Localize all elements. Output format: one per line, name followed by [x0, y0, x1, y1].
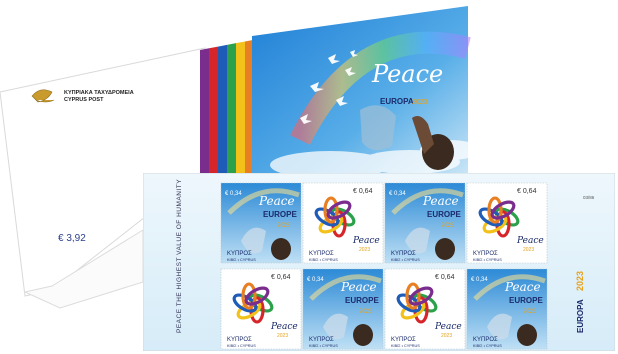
stamp-country: ΚΥΠΡΟΣ [309, 337, 334, 343]
stamp-title: Peace [270, 322, 298, 332]
stamp-value: € 0,34 [225, 191, 242, 197]
stamp-title: Peace [504, 280, 541, 294]
logo-line-2: CYPRUS POST [64, 97, 104, 103]
logo-line-1: ΚΥΠΡΙΑΚΑ ΤΑΧΥΔΡΟΜΕΙΑ [64, 90, 134, 96]
stamp-year: 2023 [523, 247, 534, 253]
stamp-value: € 0,34 [389, 191, 406, 197]
stamp-subtitle: EUROPE [509, 296, 543, 305]
stamp-year: 2023 [441, 223, 455, 229]
stamp-country-sub: ΚΙΒΙΣ • CYPRUS [391, 344, 420, 348]
cover-europa-word: EUROPA [380, 97, 414, 106]
stamp-year: 2023 [359, 247, 370, 253]
stamp-peace: Peace EUROPE 2023 € 0,34 ΚΥΠΡΟΣΚΙΒΙΣ • CYPRU… [302, 268, 384, 350]
child-head [517, 324, 537, 346]
stamp-country: ΚΥΠΡΟΣ [227, 337, 252, 343]
stamp-country: ΚΥΠΡΟΣ [391, 337, 416, 343]
stamp-year: 2023 [359, 309, 373, 315]
cover-price: € 3,92 [58, 233, 86, 244]
stamp-country: ΚΥΠΡΟΣ [309, 251, 334, 257]
stamp-knot: € 0,64 Peace2023 ΚΥΠΡΟΣΚΙΒΙΣ • CYPRUS [302, 182, 384, 264]
stamp-country-sub: ΚΙΒΙΣ • CYPRUS [227, 344, 256, 348]
stamp-country-sub: ΚΙΒΙΣ • CYPRUS [473, 344, 502, 348]
stamp-country: ΚΥΠΡΟΣ [473, 251, 498, 257]
stamp-subtitle: EUROPE [345, 296, 379, 305]
color-stripe [200, 48, 209, 178]
stamp-value: € 0,34 [471, 277, 488, 283]
stamp-subtitle: EUROPE [263, 210, 297, 219]
sheet-serial: 03/86 [583, 195, 595, 200]
stamp-title: Peace [340, 280, 377, 294]
stamp-knot: € 0,64 Peace2023 ΚΥΠΡΟΣΚΙΒΙΣ • CYPRUS [384, 268, 466, 350]
sheet-side-slogan: PEACE THE HIGHEST VALUE OF HUMANITY [176, 179, 183, 333]
color-stripe [227, 43, 236, 178]
stamp-year: 2023 [277, 223, 291, 229]
stamp-value: € 0,64 [435, 274, 455, 281]
stamp-knot: € 0,64 Peace2023 ΚΥΠΡΟΣΚΙΒΙΣ • CYPRUS [220, 268, 302, 350]
color-stripe [236, 41, 245, 179]
stamp-knot: € 0,64 Peace2023 ΚΥΠΡΟΣΚΙΒΙΣ • CYPRUS [466, 182, 548, 264]
stamp-country-sub: ΚΙΒΙΣ • CYPRUS [391, 258, 420, 262]
stamp-title: Peace [516, 236, 544, 246]
child-head [435, 238, 455, 260]
stamp-title: Peace [258, 194, 295, 208]
sheet-right-europa: EUROPA [576, 299, 585, 333]
stamp-subtitle: EUROPE [427, 210, 461, 219]
stamp-year: 2023 [277, 333, 288, 339]
stamp-peace: Peace EUROPE 2023 € 0,34 ΚΥΠΡΟΣΚΙΒΙΣ • CYPRU… [466, 268, 548, 350]
stamp-country-sub: ΚΙΒΙΣ • CYPRUS [309, 258, 338, 262]
cover-europa-year: 2023 [412, 99, 428, 106]
color-stripe [218, 44, 227, 178]
color-stripes [200, 39, 254, 179]
stamp-value: € 0,64 [353, 188, 373, 195]
stamp-year: 2023 [523, 309, 537, 315]
color-stripe [209, 46, 218, 179]
stamp-title: Peace [434, 322, 462, 332]
stamp-value: € 0,64 [271, 274, 291, 281]
stamp-year: 2023 [441, 333, 452, 339]
child-head [271, 238, 291, 260]
stamp-country-sub: ΚΙΒΙΣ • CYPRUS [227, 258, 256, 262]
stamp-peace: Peace EUROPE 2023 € 0,34 ΚΥΠΡΟΣΚΙΒΙΣ • CYPRU… [220, 182, 302, 264]
stamp-sheet: PEACE THE HIGHEST VALUE OF HUMANITY Peac… [143, 173, 615, 351]
stamp-country: ΚΥΠΡΟΣ [227, 251, 252, 257]
stamp-value: € 0,64 [517, 188, 537, 195]
stamp-value: € 0,34 [307, 277, 324, 283]
sheet-right-year: 2023 [575, 271, 585, 291]
stamp-country: ΚΥΠΡΟΣ [391, 251, 416, 257]
child-head [353, 324, 373, 346]
stamp-country-sub: ΚΙΒΙΣ • CYPRUS [309, 344, 338, 348]
cover-peace-title: Peace [371, 60, 443, 88]
stamp-title: Peace [352, 236, 380, 246]
stamp-title: Peace [422, 194, 459, 208]
stamp-country-sub: ΚΙΒΙΣ • CYPRUS [473, 258, 502, 262]
stamp-country: ΚΥΠΡΟΣ [473, 337, 498, 343]
stamp-peace: Peace EUROPE 2023 € 0,34 ΚΥΠΡΟΣΚΙΒΙΣ • CYPRU… [384, 182, 466, 264]
